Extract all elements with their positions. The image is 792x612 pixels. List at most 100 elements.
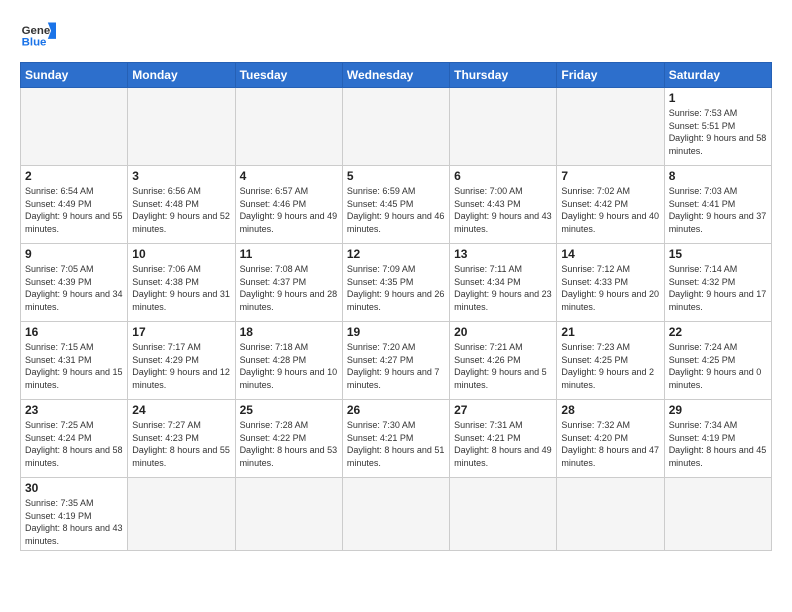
day-number: 30 (25, 481, 123, 495)
calendar-cell: 28 Sunrise: 7:32 AM Sunset: 4:20 PM Dayli… (557, 400, 664, 478)
day-number: 16 (25, 325, 123, 339)
calendar-cell: 19 Sunrise: 7:20 AM Sunset: 4:27 PM Dayli… (342, 322, 449, 400)
calendar-cell: 20 Sunrise: 7:21 AM Sunset: 4:26 PM Dayli… (450, 322, 557, 400)
day-number: 15 (669, 247, 767, 261)
day-info: Sunrise: 7:08 AM Sunset: 4:37 PM Dayligh… (240, 263, 338, 313)
day-number: 6 (454, 169, 552, 183)
calendar-cell: 17 Sunrise: 7:17 AM Sunset: 4:29 PM Dayli… (128, 322, 235, 400)
calendar-cell: 1 Sunrise: 7:53 AM Sunset: 5:51 PM Daylig… (664, 88, 771, 166)
calendar-cell: 11Sunrise: 7:08 AM Sunset: 4:37 PM Dayli… (235, 244, 342, 322)
day-info: Sunrise: 7:09 AM Sunset: 4:35 PM Dayligh… (347, 263, 445, 313)
weekday-header-friday: Friday (557, 63, 664, 88)
calendar-cell (450, 88, 557, 166)
day-info: Sunrise: 7:34 AM Sunset: 4:19 PM Dayligh… (669, 419, 767, 469)
calendar-cell: 27 Sunrise: 7:31 AM Sunset: 4:21 PM Dayli… (450, 400, 557, 478)
calendar-week-row: 9 Sunrise: 7:05 AM Sunset: 4:39 PM Daylig… (21, 244, 772, 322)
calendar-cell: 22 Sunrise: 7:24 AM Sunset: 4:25 PM Dayli… (664, 322, 771, 400)
day-number: 18 (240, 325, 338, 339)
day-number: 28 (561, 403, 659, 417)
day-info: Sunrise: 7:15 AM Sunset: 4:31 PM Dayligh… (25, 341, 123, 391)
calendar-cell: 7 Sunrise: 7:02 AM Sunset: 4:42 PM Daylig… (557, 166, 664, 244)
day-info: Sunrise: 6:54 AM Sunset: 4:49 PM Dayligh… (25, 185, 123, 235)
calendar-cell: 14Sunrise: 7:12 AM Sunset: 4:33 PM Dayli… (557, 244, 664, 322)
day-info: Sunrise: 7:05 AM Sunset: 4:39 PM Dayligh… (25, 263, 123, 313)
day-number: 17 (132, 325, 230, 339)
day-number: 23 (25, 403, 123, 417)
calendar-cell (557, 478, 664, 551)
calendar-cell: 2 Sunrise: 6:54 AM Sunset: 4:49 PM Daylig… (21, 166, 128, 244)
calendar-cell (235, 88, 342, 166)
weekday-header-row: SundayMondayTuesdayWednesdayThursdayFrid… (21, 63, 772, 88)
day-info: Sunrise: 6:56 AM Sunset: 4:48 PM Dayligh… (132, 185, 230, 235)
calendar-table: SundayMondayTuesdayWednesdayThursdayFrid… (20, 62, 772, 551)
day-info: Sunrise: 7:02 AM Sunset: 4:42 PM Dayligh… (561, 185, 659, 235)
svg-text:Blue: Blue (22, 36, 47, 48)
generalblue-logo-icon: General Blue (20, 16, 56, 52)
calendar-week-row: 1 Sunrise: 7:53 AM Sunset: 5:51 PM Daylig… (21, 88, 772, 166)
calendar-cell: 5 Sunrise: 6:59 AM Sunset: 4:45 PM Daylig… (342, 166, 449, 244)
day-info: Sunrise: 7:12 AM Sunset: 4:33 PM Dayligh… (561, 263, 659, 313)
day-info: Sunrise: 7:31 AM Sunset: 4:21 PM Dayligh… (454, 419, 552, 469)
calendar-cell: 8Sunrise: 7:03 AM Sunset: 4:41 PM Daylig… (664, 166, 771, 244)
calendar-cell (128, 478, 235, 551)
calendar-cell: 21 Sunrise: 7:23 AM Sunset: 4:25 PM Dayli… (557, 322, 664, 400)
day-number: 3 (132, 169, 230, 183)
calendar-cell: 9 Sunrise: 7:05 AM Sunset: 4:39 PM Daylig… (21, 244, 128, 322)
calendar-cell (235, 478, 342, 551)
day-info: Sunrise: 7:30 AM Sunset: 4:21 PM Dayligh… (347, 419, 445, 469)
weekday-header-thursday: Thursday (450, 63, 557, 88)
day-info: Sunrise: 7:11 AM Sunset: 4:34 PM Dayligh… (454, 263, 552, 313)
day-info: Sunrise: 7:17 AM Sunset: 4:29 PM Dayligh… (132, 341, 230, 391)
weekday-header-monday: Monday (128, 63, 235, 88)
day-info: Sunrise: 7:20 AM Sunset: 4:27 PM Dayligh… (347, 341, 445, 391)
day-info: Sunrise: 7:06 AM Sunset: 4:38 PM Dayligh… (132, 263, 230, 313)
calendar-cell: 16 Sunrise: 7:15 AM Sunset: 4:31 PM Dayli… (21, 322, 128, 400)
day-number: 1 (669, 91, 767, 105)
weekday-header-sunday: Sunday (21, 63, 128, 88)
calendar-cell (128, 88, 235, 166)
day-info: Sunrise: 7:14 AM Sunset: 4:32 PM Dayligh… (669, 263, 767, 313)
calendar-cell: 25 Sunrise: 7:28 AM Sunset: 4:22 PM Dayli… (235, 400, 342, 478)
day-info: Sunrise: 6:59 AM Sunset: 4:45 PM Dayligh… (347, 185, 445, 235)
calendar-cell (342, 478, 449, 551)
calendar-cell: 29 Sunrise: 7:34 AM Sunset: 4:19 PM Dayli… (664, 400, 771, 478)
day-number: 5 (347, 169, 445, 183)
day-info: Sunrise: 7:28 AM Sunset: 4:22 PM Dayligh… (240, 419, 338, 469)
calendar-cell: 18 Sunrise: 7:18 AM Sunset: 4:28 PM Dayli… (235, 322, 342, 400)
day-number: 21 (561, 325, 659, 339)
calendar-cell (21, 88, 128, 166)
day-number: 9 (25, 247, 123, 261)
day-number: 2 (25, 169, 123, 183)
day-number: 20 (454, 325, 552, 339)
day-number: 22 (669, 325, 767, 339)
day-info: Sunrise: 7:24 AM Sunset: 4:25 PM Dayligh… (669, 341, 767, 391)
day-number: 7 (561, 169, 659, 183)
day-number: 13 (454, 247, 552, 261)
calendar-cell: 23 Sunrise: 7:25 AM Sunset: 4:24 PM Dayli… (21, 400, 128, 478)
weekday-header-tuesday: Tuesday (235, 63, 342, 88)
day-number: 27 (454, 403, 552, 417)
day-info: Sunrise: 7:25 AM Sunset: 4:24 PM Dayligh… (25, 419, 123, 469)
day-info: Sunrise: 7:32 AM Sunset: 4:20 PM Dayligh… (561, 419, 659, 469)
day-number: 19 (347, 325, 445, 339)
day-number: 29 (669, 403, 767, 417)
calendar-cell: 24Sunrise: 7:27 AM Sunset: 4:23 PM Dayli… (128, 400, 235, 478)
day-info: Sunrise: 7:18 AM Sunset: 4:28 PM Dayligh… (240, 341, 338, 391)
logo: General Blue (20, 16, 56, 52)
day-info: Sunrise: 7:53 AM Sunset: 5:51 PM Dayligh… (669, 107, 767, 157)
day-info: Sunrise: 7:21 AM Sunset: 4:26 PM Dayligh… (454, 341, 552, 391)
day-info: Sunrise: 7:03 AM Sunset: 4:41 PM Dayligh… (669, 185, 767, 235)
calendar-week-row: 16 Sunrise: 7:15 AM Sunset: 4:31 PM Dayli… (21, 322, 772, 400)
calendar-cell: 4Sunrise: 6:57 AM Sunset: 4:46 PM Daylig… (235, 166, 342, 244)
calendar-week-row: 23 Sunrise: 7:25 AM Sunset: 4:24 PM Dayli… (21, 400, 772, 478)
calendar-cell: 15 Sunrise: 7:14 AM Sunset: 4:32 PM Dayli… (664, 244, 771, 322)
calendar-cell: 26Sunrise: 7:30 AM Sunset: 4:21 PM Dayli… (342, 400, 449, 478)
calendar-cell: 6Sunrise: 7:00 AM Sunset: 4:43 PM Daylig… (450, 166, 557, 244)
calendar-cell: 13 Sunrise: 7:11 AM Sunset: 4:34 PM Dayli… (450, 244, 557, 322)
day-number: 25 (240, 403, 338, 417)
day-info: Sunrise: 7:23 AM Sunset: 4:25 PM Dayligh… (561, 341, 659, 391)
calendar-cell: 30Sunrise: 7:35 AM Sunset: 4:19 PM Dayli… (21, 478, 128, 551)
calendar-cell (557, 88, 664, 166)
day-info: Sunrise: 6:57 AM Sunset: 4:46 PM Dayligh… (240, 185, 338, 235)
calendar-week-row: 2 Sunrise: 6:54 AM Sunset: 4:49 PM Daylig… (21, 166, 772, 244)
